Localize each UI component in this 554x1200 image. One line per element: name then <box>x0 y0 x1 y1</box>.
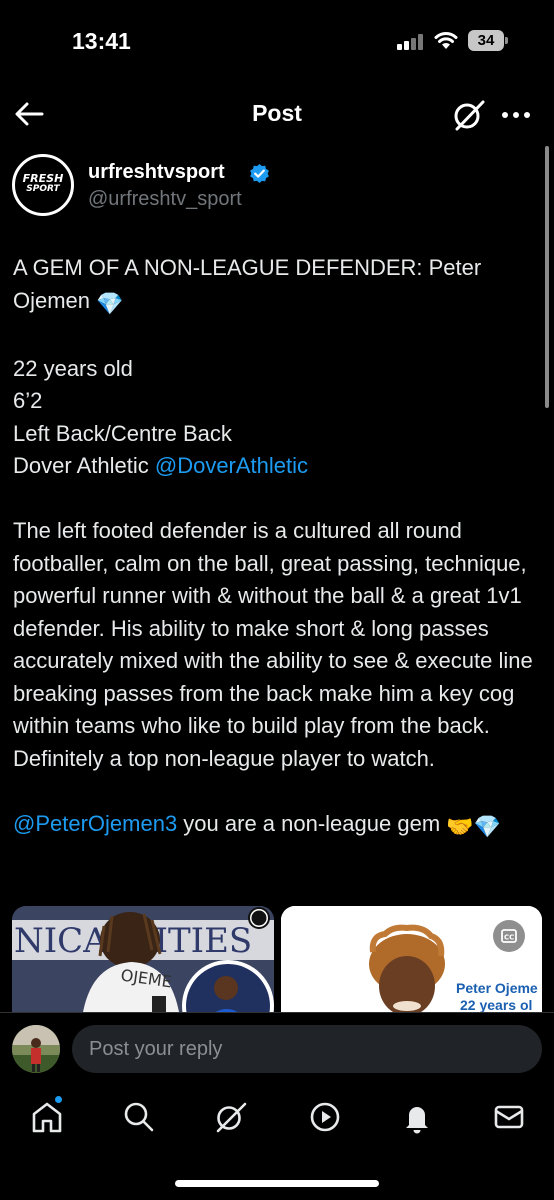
home-indicator[interactable] <box>175 1180 379 1187</box>
detail-height: 6’2 <box>13 388 43 413</box>
battery-level: 34 <box>468 30 504 51</box>
user-avatar[interactable] <box>12 1025 60 1073</box>
detail-age: 22 years old <box>13 355 133 381</box>
post-description: The left footed defender is a cultured a… <box>13 518 533 771</box>
gem-emoji: 💎 <box>96 290 124 316</box>
author-handle: @urfreshtv_sport <box>88 188 242 210</box>
post-image-2[interactable]: CC Peter Ojeme 22 years ol <box>281 906 542 1018</box>
scrollbar[interactable] <box>545 146 549 408</box>
top-header: Post <box>0 80 554 148</box>
bottom-navigation <box>0 1086 554 1200</box>
image-caption: Peter Ojeme 22 years ol <box>456 980 538 1013</box>
detail-position: Left Back/Centre Back <box>13 420 232 446</box>
post-author[interactable]: FRESH SPORT urfreshtvsport @urfreshtv_sp… <box>12 152 532 222</box>
post-headline: A GEM OF A NON-LEAGUE DEFENDER: Peter Oj… <box>13 252 543 320</box>
more-options-icon[interactable] <box>498 98 534 132</box>
grok-icon[interactable] <box>214 1100 248 1134</box>
handshake-gem-emoji: 🤝💎 <box>446 813 502 839</box>
post-closing: @PeterOjemen3 you are a non-league gem 🤝… <box>13 808 543 844</box>
search-icon[interactable] <box>122 1100 156 1134</box>
video-icon[interactable] <box>308 1100 342 1134</box>
wifi-icon <box>434 32 458 49</box>
grok-icon[interactable] <box>452 98 486 132</box>
author-display-name[interactable]: urfreshtvsport <box>88 161 225 184</box>
home-icon[interactable] <box>30 1100 64 1134</box>
battery-icon: 34 <box>468 30 508 52</box>
reply-bar <box>0 1012 554 1086</box>
cellular-signal-icon <box>397 34 425 50</box>
mention-peter-ojemen[interactable]: @PeterOjemen3 <box>13 811 177 836</box>
post-text: A GEM OF A NON-LEAGUE DEFENDER: Peter Oj… <box>13 252 543 843</box>
captions-icon[interactable]: CC <box>493 920 525 952</box>
notifications-icon[interactable] <box>400 1100 434 1134</box>
home-notification-dot <box>55 1096 62 1103</box>
post-image-1[interactable]: NICA ILITIES OJEME <box>12 906 274 1018</box>
status-bar: 13:41 34 <box>0 0 554 80</box>
reply-input[interactable] <box>72 1025 542 1073</box>
mention-dover-athletic[interactable]: @DoverAthletic <box>155 453 308 478</box>
status-time: 13:41 <box>72 28 131 54</box>
avatar-logo: FRESH SPORT <box>22 172 64 194</box>
svg-text:CC: CC <box>504 934 514 942</box>
detail-club: Dover Athletic @DoverAthletic <box>13 453 309 478</box>
author-avatar[interactable]: FRESH SPORT <box>12 154 74 216</box>
player-photo: NICA ILITIES OJEME <box>12 906 274 1018</box>
messages-icon[interactable] <box>492 1100 526 1134</box>
verified-badge-icon <box>250 163 269 184</box>
